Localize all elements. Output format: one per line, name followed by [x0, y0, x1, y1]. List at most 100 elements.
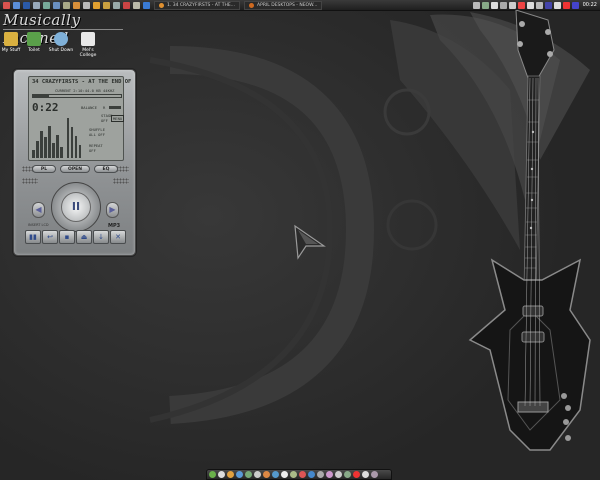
tray-icon[interactable] [490, 1, 498, 9]
desktop-icon-toilet[interactable]: Toilet [20, 32, 48, 53]
tray-icon[interactable] [508, 1, 516, 9]
desktop-icon-label: My Stuff [1, 48, 21, 53]
balance-label: BALANCE [81, 105, 98, 110]
tool-icon[interactable] [133, 1, 140, 9]
window-icon[interactable] [53, 1, 60, 9]
repeat-button[interactable]: ↩ [42, 230, 58, 244]
dock-icon[interactable] [299, 471, 306, 478]
tray-icon[interactable] [481, 1, 489, 9]
bottom-dock [206, 469, 392, 480]
desktop-icon-label: Shut Down [48, 48, 74, 53]
player-task-icon [159, 2, 164, 8]
speaker-grill-left-2 [22, 178, 38, 184]
elapsed-time: 0:22 [32, 101, 59, 114]
tray-icon[interactable] [535, 1, 543, 9]
tray-icon[interactable] [517, 1, 525, 9]
dock-icon[interactable] [362, 471, 369, 478]
shuffle-value[interactable]: ALL OFF [89, 132, 105, 137]
seek-bar[interactable] [32, 94, 122, 98]
tray-icon[interactable] [553, 1, 561, 9]
save-icon[interactable]: ▪ [59, 230, 75, 244]
next-button[interactable]: ▶ [106, 202, 119, 218]
dock-icon[interactable] [281, 471, 288, 478]
dock-icon[interactable] [335, 471, 342, 478]
folder-icon [4, 32, 18, 46]
media-player-window[interactable]: 34 CRAZYFIRSTS - AT THE END OF CURRENT 2… [13, 69, 136, 256]
player-display: 34 CRAZYFIRSTS - AT THE END OF CURRENT 2… [28, 76, 131, 161]
document-icon [81, 32, 95, 46]
track-title: 34 CRAZYFIRSTS - AT THE END OF [32, 79, 132, 85]
dock-icon[interactable] [308, 471, 315, 478]
balance-slider[interactable] [109, 106, 121, 109]
app-icon[interactable] [123, 1, 130, 9]
task-button-browser[interactable]: APRIL DESKTOPS - NEOW... [244, 0, 323, 10]
tray-icon[interactable] [472, 1, 480, 9]
chrome-icon[interactable] [3, 1, 10, 9]
desktop-icon-label: Toilet [28, 48, 40, 53]
media-icon[interactable] [63, 1, 70, 9]
eject-button[interactable]: ⏏ [76, 230, 92, 244]
recycle-bin-icon [27, 32, 41, 46]
volume-indicator[interactable] [67, 114, 85, 158]
paint-icon[interactable] [93, 1, 100, 9]
system-tray: 00:22 [471, 0, 600, 11]
dock-icon[interactable] [317, 471, 324, 478]
open-button[interactable]: OPEN [60, 165, 90, 173]
tray-icon[interactable] [526, 1, 534, 9]
playlist-button[interactable]: PL [32, 165, 56, 173]
dock-icon[interactable] [263, 471, 270, 478]
play-control-ring[interactable]: II [51, 182, 101, 232]
dock-icon[interactable] [254, 471, 261, 478]
task-button-player[interactable]: 1. 34 CRAZYFIRSTS - AT THE... [154, 0, 241, 10]
desktop-icon-shut-down[interactable]: Shut Down [47, 32, 75, 53]
dock-icon[interactable] [227, 471, 234, 478]
dock-icon[interactable] [218, 471, 225, 478]
search-icon[interactable] [33, 1, 40, 9]
pause-button[interactable]: II [61, 192, 91, 222]
tray-icon[interactable] [562, 1, 570, 9]
control-bar: ▮▮ ↩ ▪ ⏏ ↓ ✕ [25, 230, 126, 244]
dock-icon[interactable] [290, 471, 297, 478]
track-info: CURRENT 2:10:44.0 KB 44KHZ [55, 88, 115, 93]
bass-guitar-artwork [468, 10, 591, 451]
close-button[interactable]: ✕ [110, 230, 126, 244]
menu-button[interactable]: MENU [111, 115, 125, 122]
desktop-icon-label: Mel's College [79, 48, 97, 58]
ball-icon[interactable] [73, 1, 80, 9]
dock-icon[interactable] [272, 471, 279, 478]
player-icon[interactable] [83, 1, 90, 9]
dock-icon[interactable] [371, 471, 378, 478]
dock-icon[interactable] [353, 471, 360, 478]
previous-button[interactable]: ◀ [32, 202, 45, 218]
browser-icon[interactable] [13, 1, 20, 9]
visualizer-button[interactable]: ▮▮ [25, 230, 41, 244]
task-label: APRIL DESKTOPS - NEOW... [257, 2, 318, 8]
brand-underline [3, 29, 123, 30]
word-icon[interactable] [23, 1, 30, 9]
tray-icon[interactable] [571, 1, 579, 9]
dock-icon[interactable] [209, 471, 216, 478]
browser-task-icon [249, 2, 255, 8]
text-icon[interactable] [113, 1, 120, 9]
repeat-value[interactable]: OFF [89, 148, 96, 153]
quick-launch [0, 1, 150, 9]
dock-icon[interactable] [344, 471, 351, 478]
spectrum-visualizer [32, 120, 64, 158]
format-indicator: MP3 [108, 223, 121, 229]
balance-value: R [103, 105, 106, 110]
photo-icon[interactable] [43, 1, 50, 9]
down-button[interactable]: ↓ [93, 230, 109, 244]
clock[interactable]: 00:22 [583, 2, 597, 8]
ie-icon[interactable] [143, 1, 150, 9]
dock-icon[interactable] [245, 471, 252, 478]
equalizer-button[interactable]: EQ [94, 165, 118, 173]
tray-icon[interactable] [544, 1, 552, 9]
stage-value: OFF [101, 118, 108, 123]
desktop-icon-mels-college[interactable]: Mel's College [74, 32, 102, 58]
tray-icon[interactable] [499, 1, 507, 9]
task-label: 1. 34 CRAZYFIRSTS - AT THE... [167, 2, 236, 8]
dock-icon[interactable] [236, 471, 243, 478]
small-controls-label: INSERT LCD [28, 223, 49, 227]
dock-icon[interactable] [326, 471, 333, 478]
folder-icon[interactable] [103, 1, 110, 9]
